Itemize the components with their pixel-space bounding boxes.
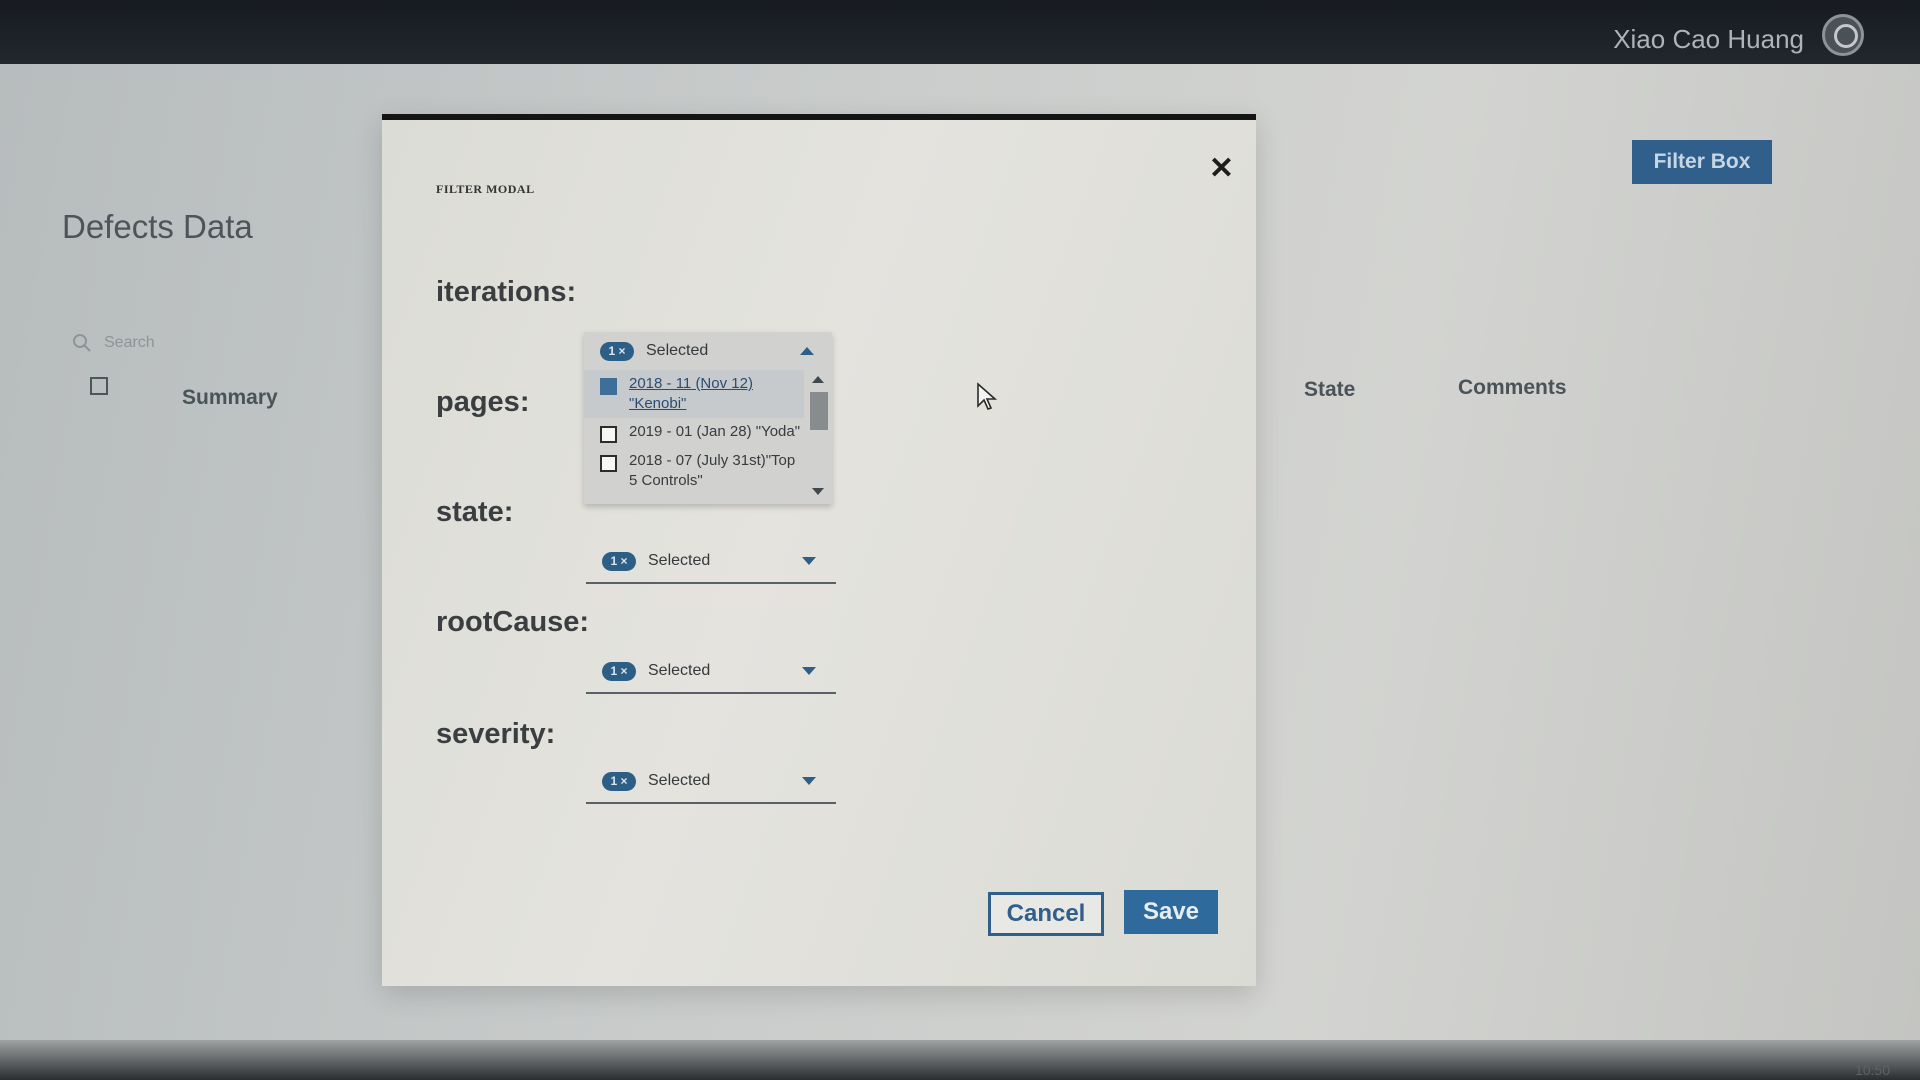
selected-count-badge[interactable]: 1 × xyxy=(600,341,634,361)
options-scrollbar[interactable] xyxy=(804,370,832,504)
scroll-up-icon[interactable] xyxy=(812,376,824,383)
severity-dropdown[interactable]: 1 × Selected xyxy=(586,760,836,804)
option-label: 2019 - 01 (Jan 28) "Yoda" xyxy=(629,423,801,440)
taskbar: 10:50 xyxy=(0,1040,1920,1080)
iterations-selected-text: Selected xyxy=(646,342,709,359)
iterations-dropdown[interactable]: 1 × Selected 2018 - 11 (Nov 12) "Kenobi"… xyxy=(584,332,832,504)
modal-title: FILTER MODAL xyxy=(436,182,535,196)
selected-count-badge[interactable]: 1 × xyxy=(602,551,636,571)
chevron-down-icon[interactable] xyxy=(802,557,816,565)
pages-label: pages: xyxy=(436,386,530,418)
iterations-label: iterations: xyxy=(436,276,577,308)
iterations-dropdown-header[interactable]: 1 × Selected xyxy=(584,332,832,370)
iteration-option[interactable]: 2019 - 01 (Jan 28) "Yoda" xyxy=(584,418,804,447)
column-header-summary[interactable]: Summary xyxy=(182,386,278,410)
search-bar[interactable]: Search xyxy=(72,330,155,356)
select-all-checkbox[interactable] xyxy=(90,377,108,395)
rootcause-label: rootCause: xyxy=(436,606,590,638)
iterations-options-list: 2018 - 11 (Nov 12) "Kenobi" 2019 - 01 (J… xyxy=(584,370,804,495)
column-header-comments[interactable]: Comments xyxy=(1458,376,1567,400)
chevron-down-icon[interactable] xyxy=(802,667,816,675)
state-label: state: xyxy=(436,496,514,528)
chevron-up-icon[interactable] xyxy=(800,347,814,355)
close-icon[interactable]: ✕ xyxy=(1209,154,1234,184)
page-title: Defects Data xyxy=(62,208,253,245)
state-selected-text: Selected xyxy=(648,552,711,569)
severity-label: severity: xyxy=(436,718,556,750)
top-bar: Xiao Cao Huang xyxy=(0,0,1920,64)
user-avatar-icon[interactable] xyxy=(1822,14,1864,56)
scroll-down-icon[interactable] xyxy=(812,488,824,495)
severity-selected-text: Selected xyxy=(648,772,711,789)
search-input[interactable]: Search xyxy=(104,334,155,352)
cancel-button[interactable]: Cancel xyxy=(988,892,1104,936)
option-checkbox[interactable] xyxy=(600,455,617,472)
option-checkbox[interactable] xyxy=(600,426,617,443)
option-label: 2018 - 07 (July 31st)"Top 5 Controls" xyxy=(629,452,796,489)
option-label: 2018 - 11 (Nov 12) "Kenobi" xyxy=(629,375,753,412)
taskbar-clock: 10:50 xyxy=(1854,1062,1890,1078)
selected-count-badge[interactable]: 1 × xyxy=(602,771,636,791)
screen: Xiao Cao Huang Defects Data Search Summa… xyxy=(0,0,1920,1080)
filter-modal: FILTER MODAL ✕ iterations: pages: state:… xyxy=(382,114,1256,986)
iteration-option[interactable]: 2018 - 07 (July 31st)"Top 5 Controls" xyxy=(584,447,804,495)
rootcause-selected-text: Selected xyxy=(648,662,711,679)
column-header-state[interactable]: State xyxy=(1304,378,1355,402)
option-checkbox[interactable] xyxy=(600,378,617,395)
mouse-pointer-icon xyxy=(977,382,998,410)
state-dropdown[interactable]: 1 × Selected xyxy=(586,540,836,584)
iteration-option[interactable]: 2018 - 11 (Nov 12) "Kenobi" xyxy=(584,370,804,418)
rootcause-dropdown[interactable]: 1 × Selected xyxy=(586,650,836,694)
scrollbar-thumb[interactable] xyxy=(810,392,828,430)
save-button[interactable]: Save xyxy=(1124,890,1218,934)
user-name: Xiao Cao Huang xyxy=(1613,24,1804,54)
filter-box-button[interactable]: Filter Box xyxy=(1632,140,1772,184)
search-icon xyxy=(73,334,91,352)
chevron-down-icon[interactable] xyxy=(802,777,816,785)
selected-count-badge[interactable]: 1 × xyxy=(602,661,636,681)
